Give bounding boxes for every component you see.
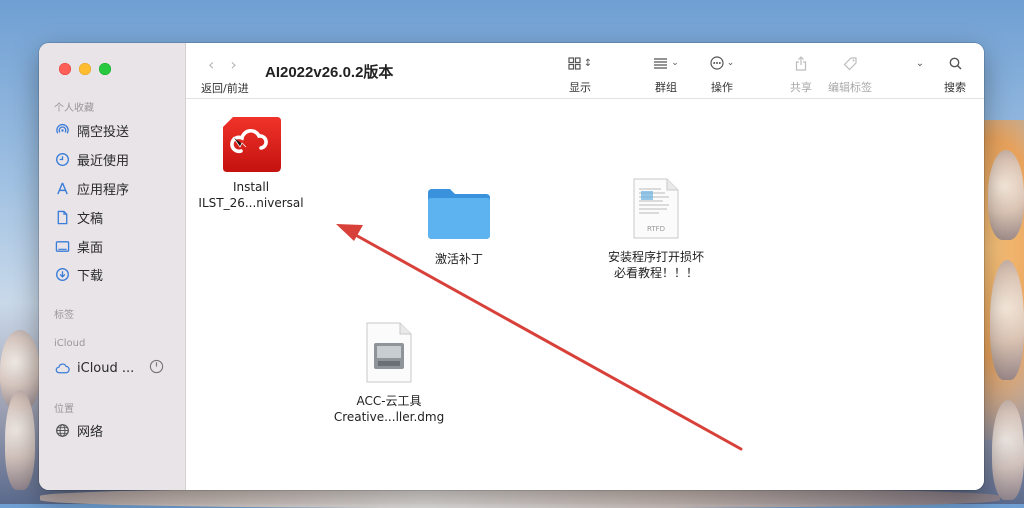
cloud-icon [54, 361, 70, 376]
icloud-section-title: iCloud [54, 338, 86, 349]
sidebar-item-label: 最近使用 [77, 153, 130, 169]
sidebar-item-recents[interactable]: 最近使用 [54, 149, 129, 169]
sidebar-item-network[interactable]: 网络 [54, 420, 103, 440]
chevron-down-icon: ⌄ [726, 58, 735, 68]
zoom-button[interactable] [99, 63, 111, 75]
sidebar-item-label: 下载 [77, 268, 104, 284]
grid-view-icon [568, 56, 581, 70]
sidebar-item-label: 应用程序 [77, 182, 130, 198]
sidebar-item-label: 文稿 [77, 211, 104, 227]
search-button[interactable]: 搜索 [940, 53, 970, 95]
action-button[interactable]: ⌄ 操作 [704, 53, 740, 95]
chevron-down-icon: ⌄ [671, 58, 679, 68]
sidebar-item-documents[interactable]: 文稿 [54, 207, 103, 227]
document-icon [54, 210, 70, 225]
tags-section-title: 标签 [54, 310, 74, 321]
applications-icon [54, 181, 70, 196]
file-browser-area: Install ILST_26...niversal 激活补丁 RTFD 安装程… [186, 99, 984, 490]
sidebar-item-desktop[interactable]: 桌面 [54, 236, 103, 256]
group-list-icon [654, 57, 668, 69]
chevron-down-icon: ⌄ [915, 57, 925, 69]
share-icon [795, 55, 807, 71]
back-chevron-icon[interactable]: ‹ [208, 55, 214, 74]
locations-section-title: 位置 [54, 404, 74, 415]
sidebar-item-label: iCloud ... [77, 360, 135, 376]
updown-chevron-icon: ↕ [583, 57, 593, 69]
window-controls [59, 63, 111, 75]
sidebar-item-downloads[interactable]: 下载 [54, 264, 103, 284]
more-actions-icon [710, 56, 724, 70]
view-options-button[interactable]: ↕ 显示 [562, 53, 598, 95]
sidebar-item-label: 隔空投送 [77, 124, 130, 140]
icloud-sync-status-icon [149, 359, 164, 374]
group-button[interactable]: ⌄ 群组 [646, 53, 686, 95]
window-title: AI2022v26.0.2版本 [265, 64, 394, 81]
sidebar: 个人收藏 隔空投送 最近使用 应用程序 文稿 桌面 下载 标签 iCloud i… [39, 43, 186, 490]
toolbar: ‹ › 返回/前进 AI2022v26.0.2版本 ↕ 显示 ⌄ 群组 ⌄ 操作 [186, 43, 984, 99]
search-icon [949, 57, 962, 70]
sidebar-item-applications[interactable]: 应用程序 [54, 178, 129, 198]
minimize-button[interactable] [79, 63, 91, 75]
desktop-icon [54, 239, 70, 254]
nav-buttons: ‹ › [208, 55, 237, 74]
favorites-section-title: 个人收藏 [54, 103, 94, 114]
sidebar-item-icloud-drive[interactable]: iCloud ... [54, 358, 134, 378]
more-toolbar-chevron[interactable]: ⌄ [912, 53, 928, 73]
annotation-arrow [336, 224, 743, 451]
sidebar-item-label: 网络 [77, 424, 104, 440]
edit-tags-button[interactable]: 编辑标签 [826, 53, 874, 95]
share-button[interactable]: 共享 [787, 53, 815, 95]
sidebar-item-airdrop[interactable]: 隔空投送 [54, 120, 129, 140]
forward-chevron-icon[interactable]: › [230, 55, 236, 74]
nav-label: 返回/前进 [201, 82, 249, 95]
download-icon [54, 267, 70, 282]
network-globe-icon [54, 423, 70, 438]
close-button[interactable] [59, 63, 71, 75]
sidebar-item-label: 桌面 [77, 240, 104, 256]
tag-icon [843, 56, 857, 70]
airdrop-icon [54, 123, 70, 138]
finder-window: 个人收藏 隔空投送 最近使用 应用程序 文稿 桌面 下载 标签 iCloud i… [39, 43, 984, 490]
clock-icon [54, 152, 70, 167]
